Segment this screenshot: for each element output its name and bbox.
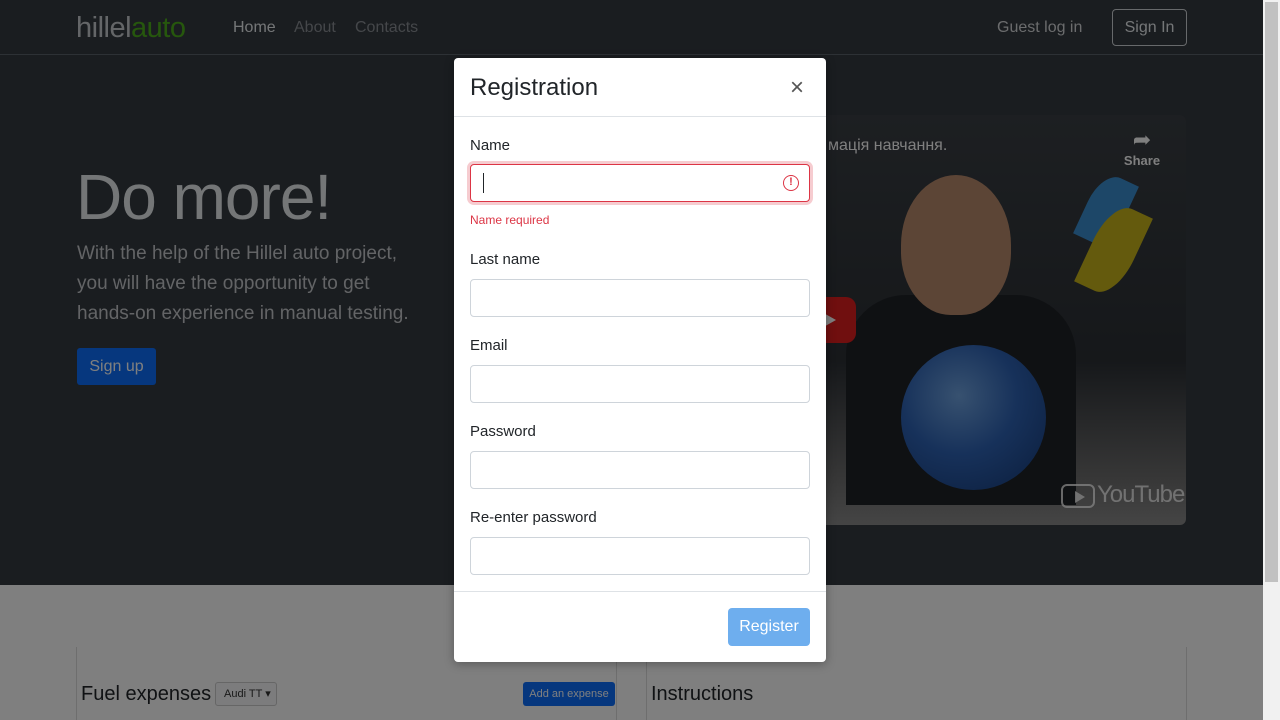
error-icon: ! [783,175,799,191]
modal-footer: Register [454,591,826,662]
password-label: Password [470,423,536,440]
email-label: Email [470,337,508,354]
scrollbar-thumb[interactable] [1265,2,1278,582]
modal-title: Registration [470,74,599,101]
last-name-label: Last name [470,251,541,268]
re-enter-password-label: Re-enter password [470,509,597,526]
name-label: Name [470,137,511,154]
password-input[interactable] [470,451,810,489]
registration-modal: Registration × Name ! Name required Last… [454,58,826,662]
name-input[interactable]: ! [470,164,810,202]
modal-header: Registration × [454,58,826,117]
last-name-input[interactable] [470,279,810,317]
close-icon[interactable]: × [790,74,804,102]
re-enter-password-input[interactable] [470,537,810,575]
register-button[interactable]: Register [728,608,810,646]
email-input[interactable] [470,365,810,403]
name-error-message: Name required [470,213,550,227]
page-scrollbar[interactable] [1263,0,1280,720]
text-cursor [483,173,484,193]
